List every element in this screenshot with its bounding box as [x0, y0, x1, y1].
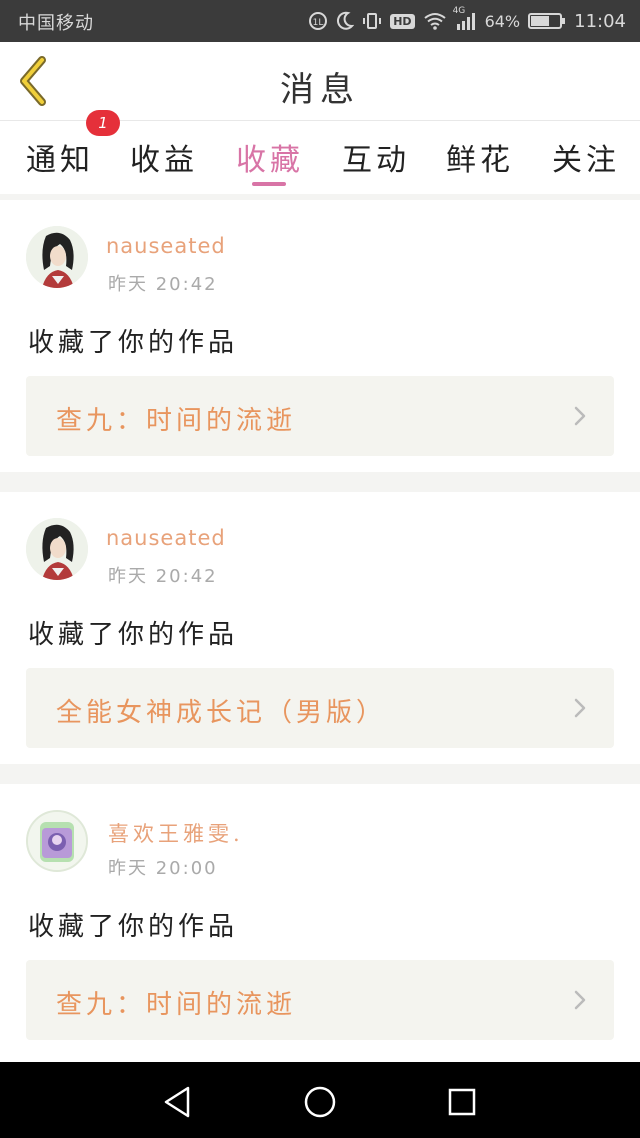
hd-icon: HD: [390, 13, 415, 29]
tab-favorites[interactable]: 收藏: [236, 135, 304, 179]
system-nav-bar: [0, 1062, 640, 1138]
tab-interactions[interactable]: 互动: [342, 135, 410, 179]
work-link[interactable]: 查九：时间的流逝: [26, 960, 614, 1040]
user-avatar-icon: [26, 518, 88, 580]
work-title: 查九：时间的流逝: [56, 990, 297, 1020]
data-saver-icon: 1L: [308, 11, 328, 31]
avatar[interactable]: [26, 810, 88, 872]
signal-icon: 4G: [453, 6, 477, 30]
action-text: 收藏了你的作品: [28, 328, 239, 358]
work-link[interactable]: 全能女神成长记（男版）: [26, 668, 614, 748]
svg-text:1L: 1L: [313, 18, 324, 28]
username[interactable]: nauseated: [106, 234, 226, 258]
notification-badge: 1: [86, 110, 120, 136]
chevron-right-icon: [574, 990, 586, 1010]
battery-icon: [528, 13, 566, 29]
tab-flowers[interactable]: 鲜花: [446, 135, 514, 179]
work-title: 查九：时间的流逝: [56, 406, 297, 436]
status-icons: 1L HD 4G 64% 11:04: [308, 6, 626, 34]
message-card: nauseated 昨天 20:42 收藏了你的作品 查九：时间的流逝: [0, 200, 640, 472]
active-tab-indicator: [252, 182, 286, 186]
battery-percent: 64%: [484, 11, 521, 31]
user-avatar-icon: [26, 226, 88, 288]
message-card: nauseated 昨天 20:42 收藏了你的作品 全能女神成长记（男版）: [0, 492, 640, 764]
wifi-icon: [423, 12, 447, 30]
timestamp: 昨天 20:42: [108, 566, 218, 587]
carrier-label: 中国移动: [18, 13, 94, 34]
tab-notifications[interactable]: 通知: [26, 135, 94, 179]
nav-home-button[interactable]: [300, 1082, 340, 1122]
user-avatar-icon: [28, 812, 86, 870]
tab-following[interactable]: 关注: [552, 135, 620, 179]
work-title: 全能女神成长记（男版）: [56, 698, 387, 728]
action-text: 收藏了你的作品: [28, 620, 239, 650]
username[interactable]: nauseated: [106, 526, 226, 550]
chevron-right-icon: [574, 406, 586, 426]
chevron-right-icon: [574, 698, 586, 718]
work-link[interactable]: 查九：时间的流逝: [26, 376, 614, 456]
square-recents-icon: [448, 1088, 476, 1116]
status-bar: 中国移动 1L HD 4G 64% 11:04: [0, 0, 640, 42]
circle-home-icon: [304, 1086, 336, 1118]
username[interactable]: 喜欢王雅雯.: [108, 818, 244, 848]
message-card: 喜欢王雅雯. 昨天 20:00 收藏了你的作品 查九：时间的流逝: [0, 784, 640, 1062]
timestamp: 昨天 20:00: [108, 858, 218, 879]
nav-back-button[interactable]: [158, 1082, 198, 1122]
tab-earnings[interactable]: 收益: [130, 135, 198, 179]
page-title: 消息: [280, 70, 360, 110]
nav-recents-button[interactable]: [442, 1082, 482, 1122]
triangle-back-icon: [164, 1086, 190, 1118]
avatar[interactable]: [26, 226, 88, 288]
battery-fill: [531, 16, 550, 26]
clock: 11:04: [574, 10, 626, 32]
network-type-label: 4G: [452, 6, 466, 16]
action-text: 收藏了你的作品: [28, 912, 239, 942]
moon-icon: [336, 11, 355, 31]
timestamp: 昨天 20:42: [108, 274, 218, 295]
app-header: 消息: [0, 42, 640, 120]
vibrate-icon: [362, 11, 382, 31]
avatar[interactable]: [26, 518, 88, 580]
